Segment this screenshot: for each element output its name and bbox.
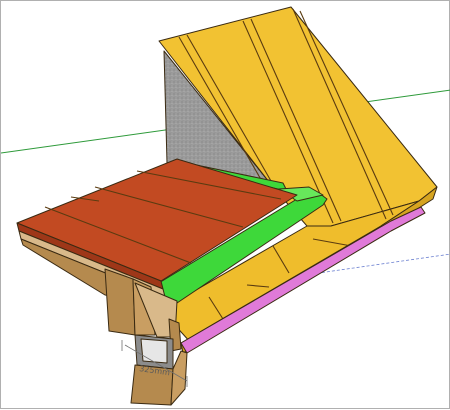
timber-post [104, 268, 136, 336]
cavity-insulation [140, 338, 168, 364]
roof-section-model: 325mm [1, 6, 450, 406]
model-viewport[interactable]: 325mm [0, 0, 450, 409]
